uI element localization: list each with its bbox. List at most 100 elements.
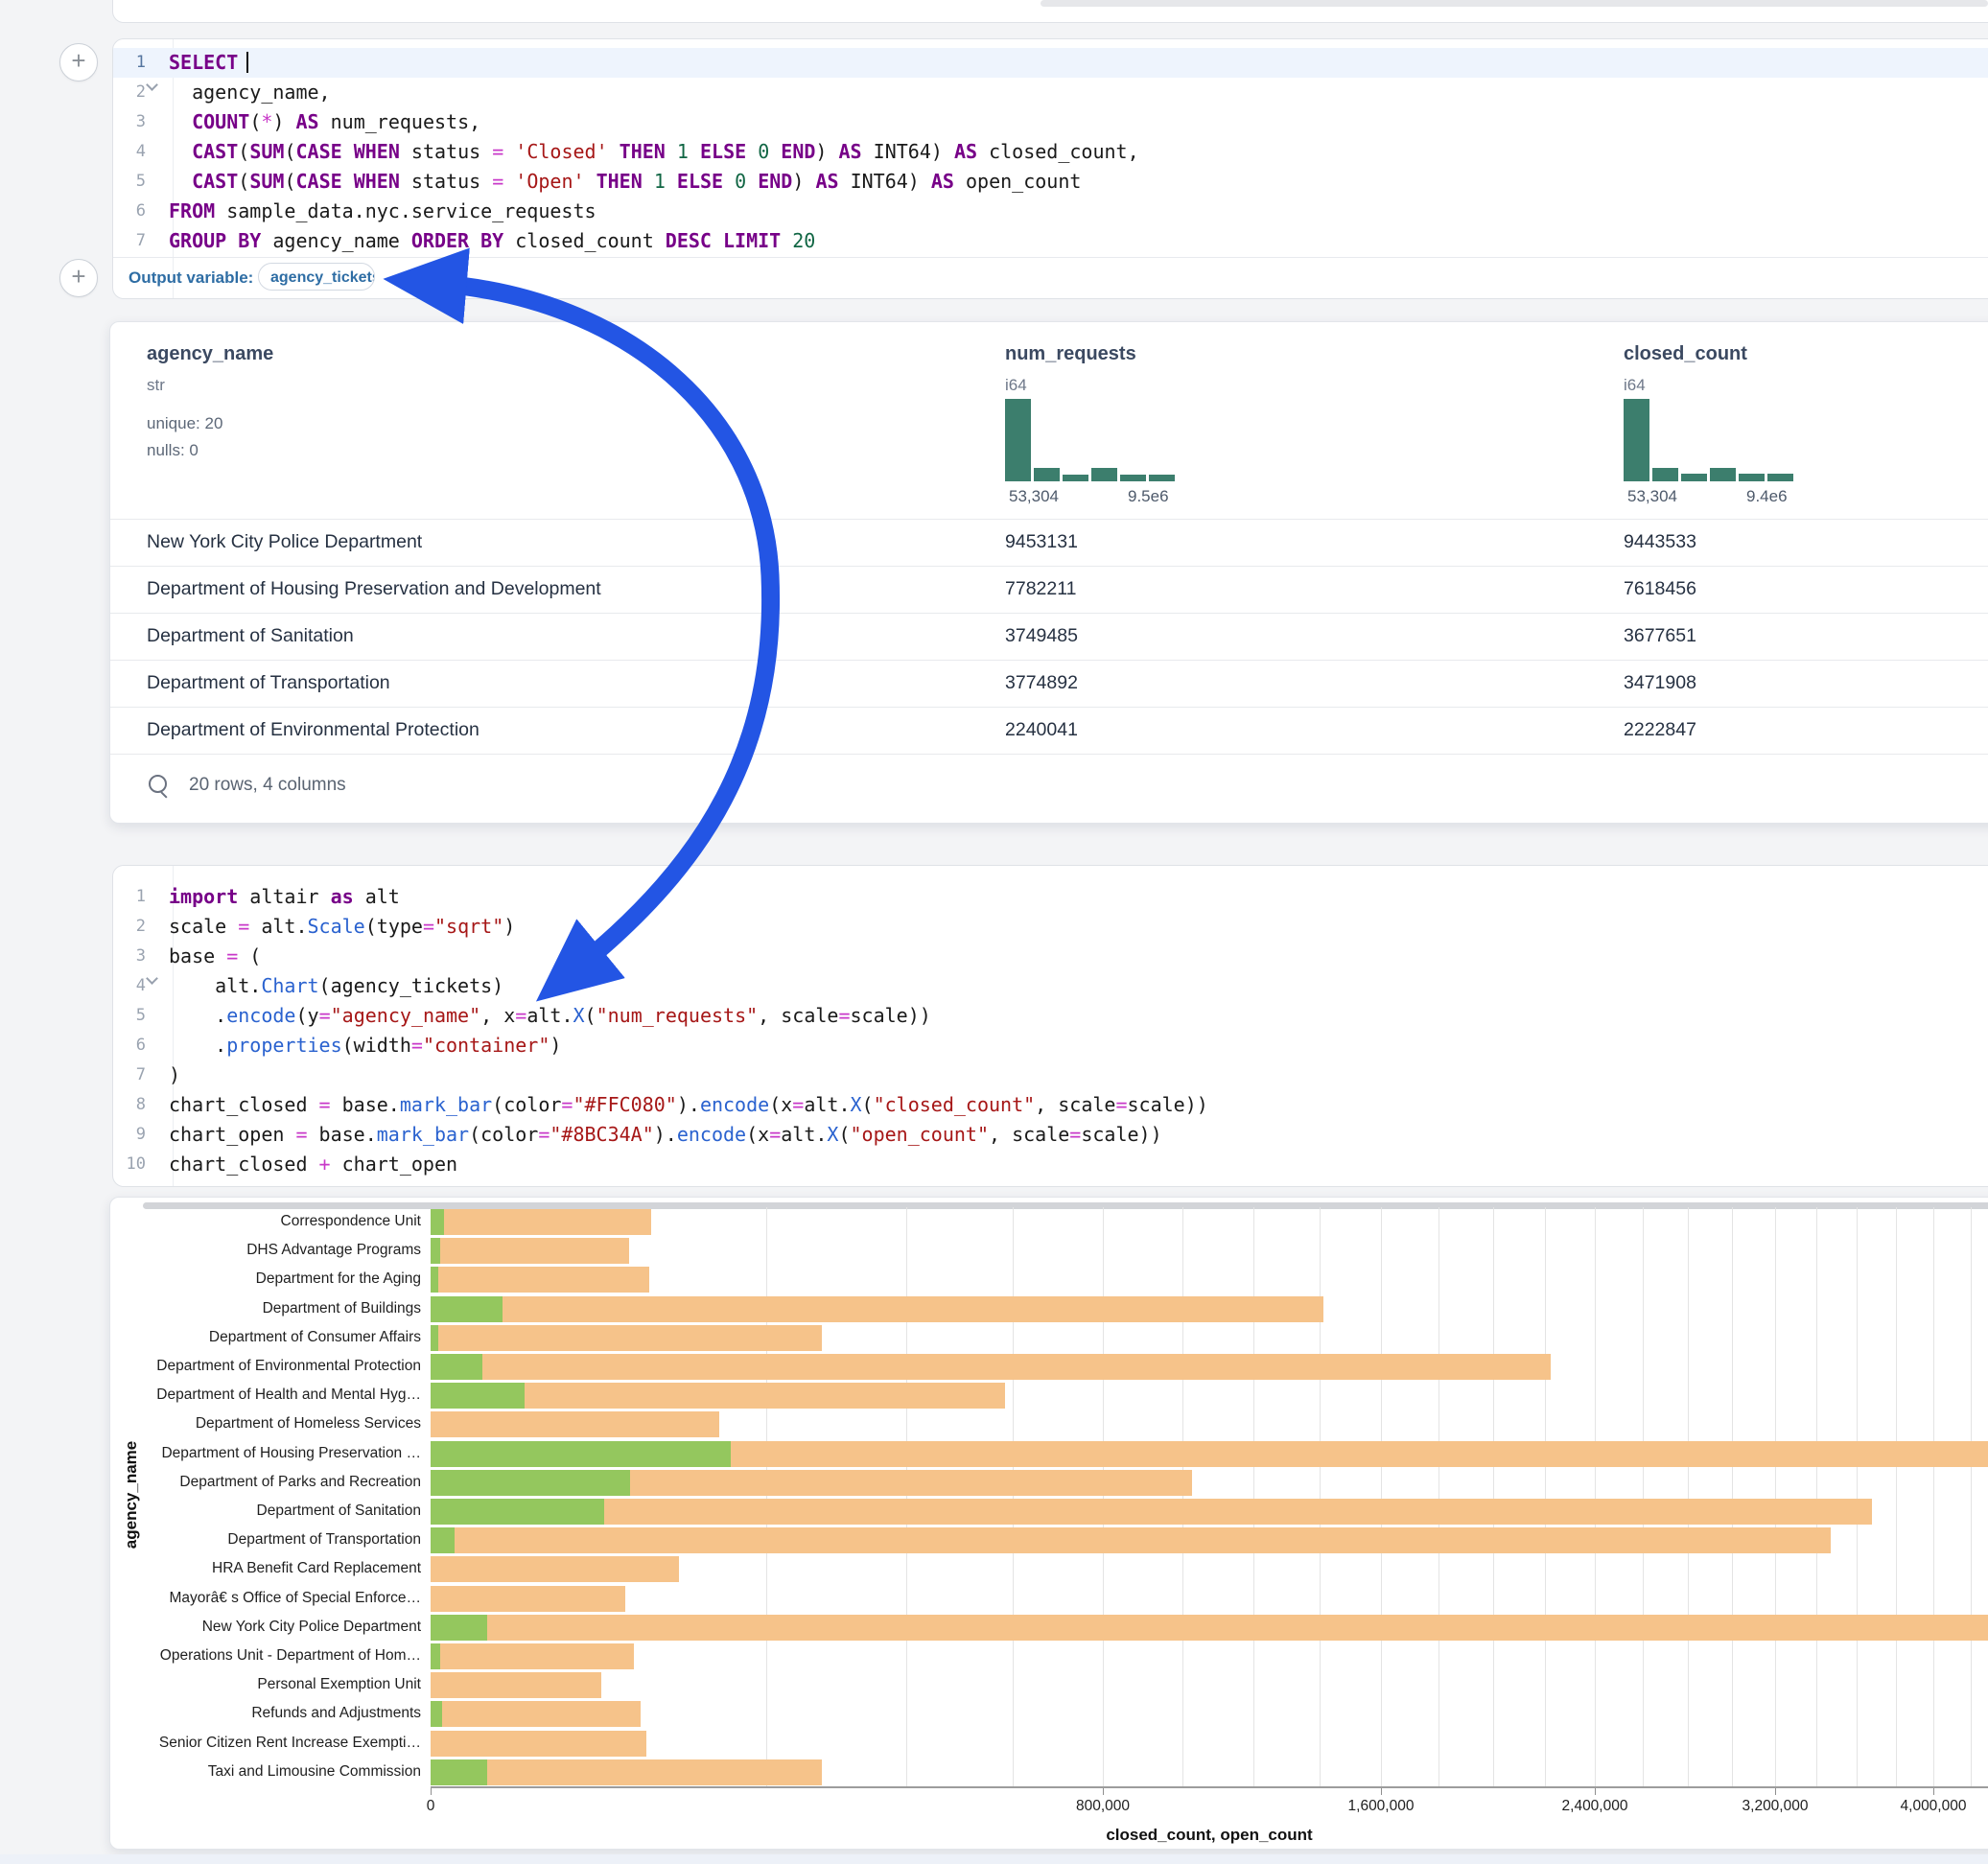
line-number: 6	[113, 1031, 146, 1060]
code-line[interactable]: 10 chart_closed + chart_open	[113, 1150, 1988, 1179]
cell-num-requests: 3774892	[1005, 660, 1078, 707]
y-axis-label: HRA Benefit Card Replacement	[145, 1554, 421, 1583]
histogram-bar	[1681, 474, 1707, 481]
chart-x-axis-title: closed_count, open_count	[1106, 1826, 1312, 1845]
python-code-editor[interactable]: 1import altair as alt2scale = alt.Scale(…	[113, 882, 1988, 1179]
table-row[interactable]: New York City Police Department945313194…	[110, 519, 1988, 567]
line-number: 5	[113, 167, 146, 197]
x-axis-label: 2,400,000	[1562, 1798, 1628, 1815]
column-type: i64	[1005, 376, 1027, 395]
code-line[interactable]: 7GROUP BY agency_name ORDER BY closed_co…	[113, 226, 1988, 256]
cell-agency-name: Department of Transportation	[147, 660, 390, 707]
code-line[interactable]: 2 agency_name,	[113, 78, 1988, 107]
x-axis-tick	[1381, 1788, 1382, 1795]
bar-closed_count	[431, 1354, 1551, 1380]
column-header[interactable]: agency_name	[147, 343, 273, 365]
table-row[interactable]: Department of Transportation377489234719…	[110, 660, 1988, 708]
row-column-count: 20 rows, 4 columns	[189, 775, 346, 796]
table-row[interactable]: Department of Housing Preservation and D…	[110, 566, 1988, 614]
bar-closed_count	[431, 1527, 1831, 1553]
chart-plot-area	[431, 1207, 1988, 1786]
line-number: 10	[113, 1150, 146, 1179]
bar-open_count	[431, 1267, 438, 1293]
chart-y-axis-title: agency_name	[122, 1441, 141, 1549]
python-cell: 1import altair as alt2scale = alt.Scale(…	[112, 865, 1988, 1187]
y-axis-label: DHS Advantage Programs	[145, 1236, 421, 1265]
table-row[interactable]: Department of Sanitation37494853677651	[110, 613, 1988, 661]
sql-cell: 1 SELECT2 agency_name,3 COUNT(*) AS num_r…	[112, 38, 1988, 299]
x-axis-tick	[1933, 1788, 1934, 1795]
code-line[interactable]: 6FROM sample_data.nyc.service_requests	[113, 197, 1988, 226]
code-text: .properties(width="container")	[159, 1031, 561, 1060]
code-text: SELECT	[159, 48, 248, 78]
sql-cell-footer: Output variable: agency_tickets	[113, 257, 1988, 298]
code-text: base = (	[159, 942, 261, 971]
gridline	[1688, 1207, 1689, 1786]
cell-num-requests: 7782211	[1005, 566, 1076, 613]
line-number: 1	[113, 48, 146, 78]
bar-closed_count	[431, 1499, 1872, 1525]
gridline	[1103, 1207, 1104, 1786]
code-text: CAST(SUM(CASE WHEN status = 'Closed' THE…	[159, 137, 1139, 167]
gridline	[766, 1207, 767, 1786]
y-axis-label: Department of Homeless Services	[145, 1410, 421, 1438]
gridline	[1545, 1207, 1546, 1786]
gridline	[1732, 1207, 1733, 1786]
x-axis-label: 0	[427, 1798, 435, 1815]
code-line[interactable]: 3 base = (	[113, 942, 1988, 971]
code-line[interactable]: 5 .encode(y="agency_name", x=alt.X("num_…	[113, 1001, 1988, 1031]
line-number: 1	[113, 882, 146, 912]
cell-closed-count: 2222847	[1624, 707, 1696, 754]
bar-closed_count	[431, 1238, 629, 1264]
code-text: chart_closed = base.mark_bar(color="#FFC…	[159, 1090, 1208, 1120]
sql-code-editor[interactable]: 1 SELECT2 agency_name,3 COUNT(*) AS num_r…	[113, 48, 1988, 256]
cell-agency-name: New York City Police Department	[147, 519, 422, 566]
bar-open_count	[431, 1615, 487, 1641]
bar-open_count	[431, 1296, 503, 1322]
code-text: chart_closed + chart_open	[159, 1150, 457, 1179]
search-icon[interactable]	[149, 775, 167, 793]
line-number: 4	[113, 971, 146, 1001]
y-axis-label: Taxi and Limousine Commission	[145, 1758, 421, 1786]
code-text: chart_open = base.mark_bar(color="#8BC34…	[159, 1120, 1162, 1150]
bar-closed_count	[431, 1615, 1988, 1641]
output-variable-badge[interactable]: agency_tickets	[258, 263, 375, 291]
x-axis-label: 1,600,000	[1348, 1798, 1415, 1815]
code-line[interactable]: 5 CAST(SUM(CASE WHEN status = 'Open' THE…	[113, 167, 1988, 197]
code-text: alt.Chart(agency_tickets)	[159, 971, 503, 1001]
code-line[interactable]: 7)	[113, 1060, 1988, 1090]
x-axis-label: 4,000,000	[1901, 1798, 1967, 1815]
histogram-bar	[1739, 474, 1765, 481]
add-cell-button[interactable]: +	[59, 43, 98, 82]
cell-agency-name: Department of Environmental Protection	[147, 707, 479, 754]
gridline	[1933, 1207, 1934, 1786]
column-header[interactable]: num_requests	[1005, 343, 1136, 365]
table-row[interactable]: Department of Environmental Protection 22…	[110, 707, 1988, 755]
histogram-bar	[1767, 474, 1793, 481]
bar-closed_count	[431, 1643, 634, 1669]
line-number: 8	[113, 1090, 146, 1120]
code-line[interactable]: 8 chart_closed = base.mark_bar(color="#FF…	[113, 1090, 1988, 1120]
code-text: .encode(y="agency_name", x=alt.X("num_re…	[159, 1001, 931, 1031]
histogram-bar	[1710, 468, 1736, 481]
column-header[interactable]: closed_count	[1624, 343, 1747, 365]
gridline	[1595, 1207, 1596, 1786]
code-line[interactable]: 9 chart_open = base.mark_bar(color="#8BC3…	[113, 1120, 1988, 1150]
add-cell-button[interactable]: +	[59, 259, 98, 297]
code-line[interactable]: 4 alt.Chart(agency_tickets)	[113, 971, 1988, 1001]
horizontal-scrollbar[interactable]	[1041, 0, 1988, 7]
histogram-bar	[1063, 475, 1088, 481]
code-line[interactable]: 3 COUNT(*) AS num_requests,	[113, 107, 1988, 137]
code-line[interactable]: 2scale = alt.Scale(type="sqrt")	[113, 912, 1988, 942]
code-line[interactable]: 6 .properties(width="container")	[113, 1031, 1988, 1060]
x-axis-tick	[1595, 1788, 1596, 1795]
dataframe-footer: 20 rows, 4 columns	[110, 754, 1988, 822]
line-number: 3	[113, 942, 146, 971]
line-number: 5	[113, 1001, 146, 1031]
code-line[interactable]: 1import altair as alt	[113, 882, 1988, 912]
code-line[interactable]: 1 SELECT	[113, 48, 1988, 78]
code-line[interactable]: 4 CAST(SUM(CASE WHEN status = 'Closed' T…	[113, 137, 1988, 167]
line-number: 2	[113, 912, 146, 942]
gridline	[1182, 1207, 1183, 1786]
line-number: 9	[113, 1120, 146, 1150]
